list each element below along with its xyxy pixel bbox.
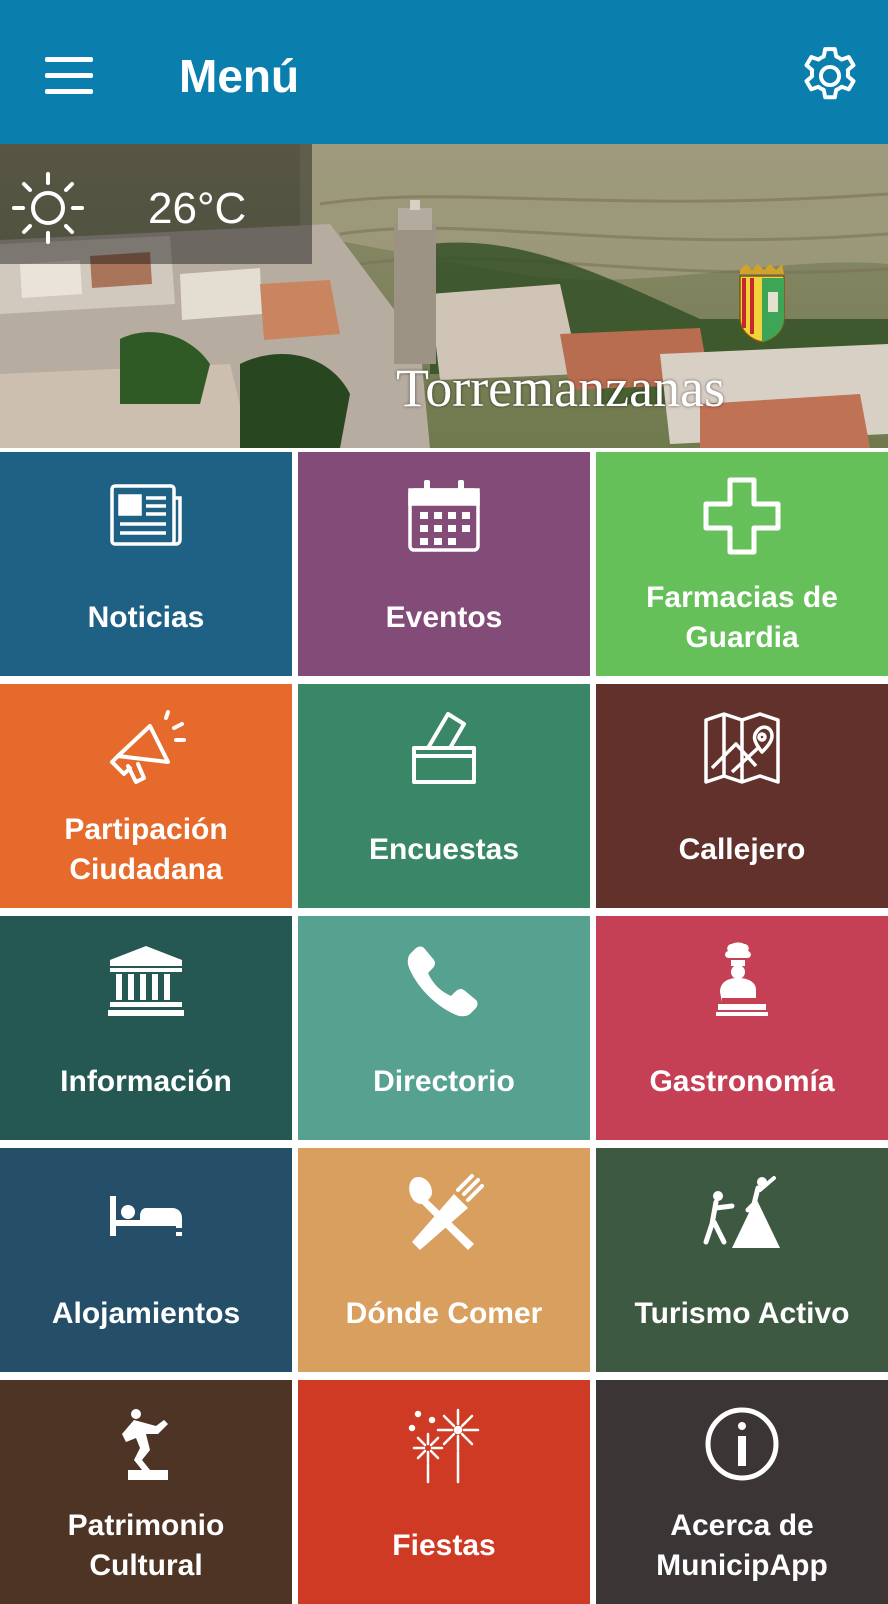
tile-label: Noticias [87, 601, 205, 634]
town-name-overlay: Torremanzanas [396, 358, 726, 418]
phone-icon [407, 946, 478, 1017]
tile-label-line-1: Partipación [64, 813, 228, 846]
weather-widget: 26°C [0, 144, 312, 264]
tile-label-line-1: Farmacias de [646, 581, 838, 614]
tile-label: Farmacias de Guardia [602, 578, 882, 658]
tile-label: Callejero [678, 833, 806, 866]
tile-informacion[interactable]: Información [0, 916, 292, 1140]
tile-noticias[interactable]: Noticias [0, 452, 292, 676]
building-columns-icon [108, 946, 184, 1016]
chef-icon [716, 942, 768, 1016]
tile-label-line-2: Guardia [685, 621, 799, 654]
tile-participacion-ciudadana[interactable]: Partipación Ciudadana [0, 684, 292, 908]
tile-label: Eventos [385, 601, 503, 634]
town-banner: 26°C Torremanzanas [0, 144, 888, 448]
tile-label: Directorio [373, 1065, 515, 1098]
pharmacy-cross-icon [703, 477, 781, 555]
map-icon [704, 712, 780, 784]
settings-gear-icon[interactable] [796, 42, 864, 110]
ballot-box-icon [412, 712, 476, 784]
tile-label: Información [60, 1065, 232, 1098]
tile-donde-comer[interactable]: Dónde Comer [298, 1148, 590, 1372]
calendar-icon [408, 480, 480, 552]
tile-label: Patrimonio Cultural [6, 1506, 286, 1586]
tile-label: Gastronomía [649, 1065, 835, 1098]
tile-callejero[interactable]: Callejero [596, 684, 888, 908]
tile-label: Turismo Activo [634, 1297, 850, 1330]
tile-label: Dónde Comer [345, 1297, 543, 1330]
newspaper-icon [110, 484, 182, 546]
climbing-icon [703, 1176, 780, 1248]
fireworks-icon [408, 1408, 480, 1484]
megaphone-icon [110, 710, 186, 784]
tile-label-line-1: Acerca de [670, 1509, 814, 1542]
tile-farmacias-de-guardia[interactable]: Farmacias de Guardia [596, 452, 888, 676]
tile-alojamientos[interactable]: Alojamientos [0, 1148, 292, 1372]
temperature-readout: 26°C [148, 184, 247, 233]
tile-eventos[interactable]: Eventos [298, 452, 590, 676]
tile-label: Partipación Ciudadana [6, 810, 286, 890]
tile-label-line-2: Cultural [89, 1549, 203, 1582]
tile-label: Alojamientos [51, 1297, 241, 1330]
bed-icon [110, 1196, 182, 1236]
tile-gastronomia[interactable]: Gastronomía [596, 916, 888, 1140]
tile-label-line-2: Ciudadana [69, 853, 223, 886]
tile-encuestas[interactable]: Encuestas [298, 684, 590, 908]
tile-turismo-activo[interactable]: Turismo Activo [596, 1148, 888, 1372]
hamburger-menu-icon[interactable] [38, 44, 100, 106]
fork-spoon-icon [409, 1174, 484, 1250]
tile-label-line-2: MunicipApp [656, 1549, 828, 1582]
tile-label-line-1: Patrimonio [67, 1509, 225, 1542]
tile-acerca-de-municipapp[interactable]: Acerca de MunicipApp [596, 1380, 888, 1604]
tile-label: Fiestas [392, 1529, 496, 1562]
sun-icon [12, 172, 84, 244]
tile-fiestas[interactable]: Fiestas [298, 1380, 590, 1604]
app-bar: Menú [0, 0, 888, 144]
statue-icon [122, 1409, 168, 1480]
tile-patrimonio-cultural[interactable]: Patrimonio Cultural [0, 1380, 292, 1604]
tile-label: Acerca de MunicipApp [602, 1506, 882, 1586]
town-coat-of-arms-icon [739, 264, 785, 343]
tile-label: Encuestas [368, 833, 520, 866]
page-title: Menú [179, 50, 300, 102]
tile-directorio[interactable]: Directorio [298, 916, 590, 1140]
info-icon [705, 1407, 779, 1481]
